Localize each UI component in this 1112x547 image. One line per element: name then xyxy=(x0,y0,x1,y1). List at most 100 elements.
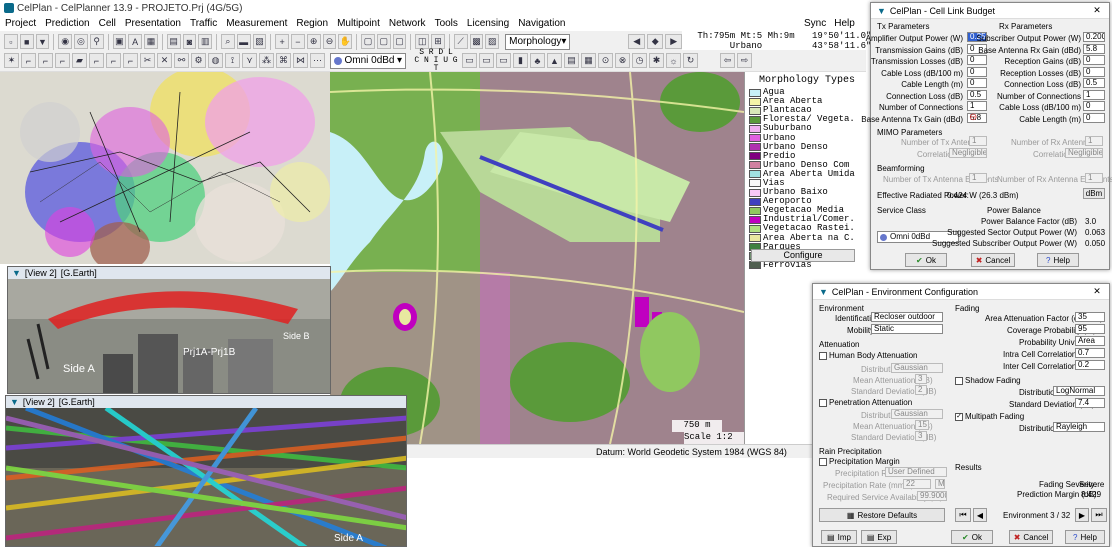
building-icon[interactable]: ▮ xyxy=(513,53,528,68)
cluster-icon[interactable]: ⁂ xyxy=(259,53,274,68)
route2-icon[interactable]: ⌐ xyxy=(38,53,53,68)
tx-elements-field[interactable]: 1 xyxy=(969,173,987,183)
menu-item-presentation[interactable]: Presentation xyxy=(125,18,181,29)
folder-open-icon[interactable]: ▭ xyxy=(462,53,477,68)
configure-button[interactable]: Configure xyxy=(751,249,855,262)
pen-distribution-select[interactable]: Gaussian xyxy=(891,409,943,419)
route-icon[interactable]: ⌐ xyxy=(21,53,36,68)
link-icon[interactable]: ⚯ xyxy=(174,53,189,68)
param-field[interactable]: 5.8 xyxy=(1083,43,1105,54)
clutter-icon[interactable]: ▦ xyxy=(581,53,596,68)
tx-correlation-select[interactable]: Negligible xyxy=(949,148,987,158)
antenna-icon[interactable]: ⚲ xyxy=(89,34,104,49)
menu-item-prediction[interactable]: Prediction xyxy=(45,18,89,29)
compass-icon[interactable]: ⊗ xyxy=(615,53,630,68)
view-2-icon[interactable]: ▢ xyxy=(376,34,391,49)
param-field[interactable]: 0 xyxy=(967,66,987,77)
search-icon[interactable]: ⌕ xyxy=(221,34,235,49)
import-button[interactable]: ▤ Imp xyxy=(821,530,857,544)
view-1-icon[interactable]: ▢ xyxy=(361,34,375,49)
close-icon[interactable]: ✕ xyxy=(1085,5,1109,16)
remove-icon[interactable]: ⊖ xyxy=(969,112,977,123)
first-env-button[interactable]: ⏮ xyxy=(955,508,971,522)
tree-icon[interactable]: ♣ xyxy=(530,53,545,68)
pen-mean-field[interactable]: 15 xyxy=(915,420,929,430)
arrow-right-icon[interactable]: ⇨ xyxy=(737,53,752,68)
save-icon[interactable]: ■ xyxy=(19,34,34,49)
google-earth-view-1[interactable]: ▼ [View 2] [G.Earth] Side A Side B Prj1A… xyxy=(7,266,331,394)
coverage-view[interactable] xyxy=(0,72,330,264)
layer-letters[interactable]: S R D L C N I U G T xyxy=(412,48,460,73)
erp-unit-button[interactable]: dBm xyxy=(1083,188,1105,199)
penetration-checkbox[interactable]: Penetration Attenuation xyxy=(819,398,912,407)
clock-icon[interactable]: ◷ xyxy=(632,53,647,68)
split-view-icon[interactable]: ◫ xyxy=(415,34,430,49)
zoom-in-icon[interactable]: + xyxy=(275,34,290,49)
grid-icon[interactable]: ▦ xyxy=(144,34,158,49)
signal-icon[interactable]: ⋎ xyxy=(242,53,257,68)
help-button[interactable]: ? Help xyxy=(1037,253,1079,267)
truck-icon[interactable]: ▰ xyxy=(72,53,87,68)
ok-button[interactable]: ✔ Ok xyxy=(951,530,993,544)
inter-corr-field[interactable]: 0.2 xyxy=(1075,360,1105,370)
shadow-std-field[interactable]: 7.4 xyxy=(1075,398,1105,408)
folder2-icon[interactable]: ▭ xyxy=(479,53,494,68)
layers-icon[interactable]: ▤ xyxy=(166,34,181,49)
param-field[interactable]: 0 xyxy=(1083,55,1105,65)
req-avail-field[interactable]: 99.9000 xyxy=(917,491,947,501)
prev-env-button[interactable]: ◀ xyxy=(973,508,987,522)
menu-item-help[interactable]: Help xyxy=(834,18,855,29)
rx-elements-field[interactable]: 1 xyxy=(1085,173,1103,183)
menu-item-sync[interactable]: Sync xyxy=(804,18,826,29)
mountain-icon[interactable]: ▲ xyxy=(547,53,562,68)
layer-icon[interactable]: ▤ xyxy=(564,53,579,68)
pen-std-field[interactable]: 3 xyxy=(915,431,927,441)
precip-margin-checkbox[interactable]: Precipitation Margin xyxy=(819,457,900,466)
camera-icon[interactable]: ◙ xyxy=(182,34,197,49)
tile-view-icon[interactable]: ⊞ xyxy=(431,34,445,49)
prob-universe-select[interactable]: Area xyxy=(1075,336,1105,346)
menu-item-project[interactable]: Project xyxy=(5,18,36,29)
wand-icon[interactable]: ✶ xyxy=(4,53,19,68)
zoom-out-icon[interactable]: − xyxy=(291,34,305,49)
close-icon[interactable]: ✕ xyxy=(1085,286,1109,297)
site-icon[interactable]: ◉ xyxy=(58,34,73,49)
route3-icon[interactable]: ⌐ xyxy=(55,53,70,68)
network-icon[interactable]: ⌘ xyxy=(276,53,291,68)
route5-icon[interactable]: ⌐ xyxy=(106,53,121,68)
menu-item-traffic[interactable]: Traffic xyxy=(190,18,217,29)
route6-icon[interactable]: ⌐ xyxy=(123,53,138,68)
text-icon[interactable]: A xyxy=(128,34,143,49)
help-button[interactable]: ? Help xyxy=(1065,530,1105,544)
menu-item-cell[interactable]: Cell xyxy=(99,18,116,29)
morphology-map[interactable]: 750 m Scale 1:2 xyxy=(330,72,744,444)
target-icon[interactable]: ⊙ xyxy=(598,53,613,68)
param-field[interactable]: 0 xyxy=(967,55,987,65)
view-3-icon[interactable]: ▢ xyxy=(392,34,407,49)
logo-tool-icon[interactable]: ▼ xyxy=(35,34,50,49)
nav-right-icon[interactable]: ▶ xyxy=(665,34,682,49)
identification-field[interactable]: Recloser outdoor xyxy=(871,312,943,322)
folder3-icon[interactable]: ▭ xyxy=(496,53,511,68)
antenna-select[interactable]: Omni 0dBd ▾ xyxy=(330,52,406,69)
multipath-checkbox[interactable]: ✓ Multipath Fading xyxy=(955,412,1024,421)
hb-std-field[interactable]: 2 xyxy=(915,385,927,395)
param-field[interactable]: 0 xyxy=(1083,101,1105,111)
param-field[interactable]: 0.200 xyxy=(1083,32,1105,42)
nav-updown-icon[interactable]: ◆ xyxy=(646,34,664,49)
area-att-field[interactable]: 35 xyxy=(1075,312,1105,322)
sun-icon[interactable]: ☼ xyxy=(666,53,681,68)
report-icon[interactable]: ▥ xyxy=(198,34,213,49)
menu-item-network[interactable]: Network xyxy=(389,18,426,29)
menu-item-multipoint[interactable]: Multipoint xyxy=(337,18,380,29)
precip-rate-mm-field[interactable]: 22 xyxy=(903,479,931,489)
intra-corr-field[interactable]: 0.7 xyxy=(1075,348,1105,358)
param-field[interactable]: 1 xyxy=(967,101,987,111)
route4-icon[interactable]: ⌐ xyxy=(89,53,104,68)
last-env-button[interactable]: ⏭ xyxy=(1091,508,1107,522)
multipath-distribution-select[interactable]: Rayleigh xyxy=(1053,422,1105,432)
pan-icon[interactable]: ✋ xyxy=(338,34,353,49)
human-body-checkbox[interactable]: Human Body Attenuation xyxy=(819,351,918,360)
zoom-fit-icon[interactable]: ⊕ xyxy=(306,34,321,49)
cancel-button[interactable]: ✖ Cancel xyxy=(971,253,1015,267)
